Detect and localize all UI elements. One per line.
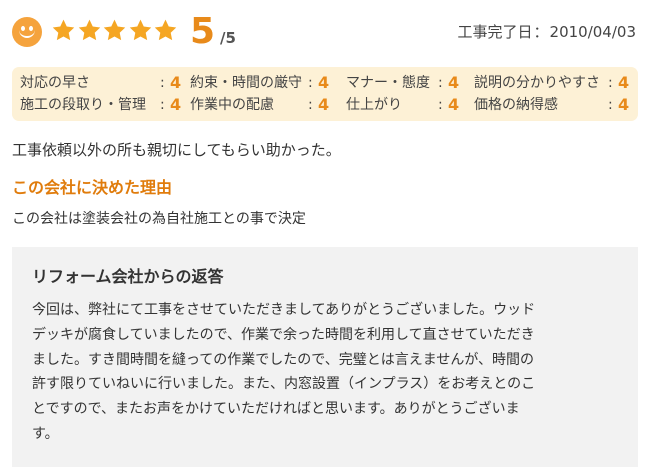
criterion-value: 4 bbox=[618, 95, 630, 114]
smiley-face-icon bbox=[12, 17, 42, 47]
criterion-label: 説明の分かりやすさ bbox=[474, 75, 600, 91]
reply-line: 今回は、弊社にて工事をさせていただきましてありがとうございました。ウッド bbox=[32, 302, 536, 318]
review-comment: 工事依頼以外の所も親切にしてもらい助かった。 bbox=[12, 141, 341, 159]
criterion-label: 作業中の配慮 bbox=[190, 97, 274, 113]
criterion-value: 4 bbox=[618, 73, 630, 92]
reason-heading: この会社に決めた理由 bbox=[12, 178, 173, 197]
star-icon bbox=[153, 18, 178, 43]
criteria-ratings: 対応の早さ : 4 約束・時間の厳守 : 4 マナー・態度 : 4 説明の分かり… bbox=[12, 67, 638, 121]
completion-date: 工事完了日：2010/04/03 bbox=[458, 22, 637, 42]
completion-date-separator: ： bbox=[533, 23, 549, 41]
star-icon bbox=[102, 18, 127, 43]
reply-line: デッキが腐食していましたので、作業で余った時間を利用して直させていただき bbox=[32, 326, 535, 343]
criterion-item: 約束・時間の厳守 : 4 bbox=[190, 73, 330, 92]
reply-line: とですので、またお声をかけていただければと思います。ありがとうございま bbox=[32, 401, 520, 418]
criterion-value: 4 bbox=[448, 73, 460, 92]
criterion-value: 4 bbox=[170, 95, 182, 114]
criterion-item: 仕上がり : 4 bbox=[346, 95, 460, 114]
criterion-item: マナー・態度 : 4 bbox=[346, 73, 460, 92]
criterion-value: 4 bbox=[448, 95, 460, 114]
completion-date-value: 2010/04/03 bbox=[549, 23, 636, 41]
criterion-item: 価格の納得感 : 4 bbox=[474, 95, 630, 114]
criterion-value: 4 bbox=[318, 73, 330, 92]
reply-line: ました。すき間時間を縫っての作業でしたので、完璧とは言えませんが、時間の bbox=[32, 351, 535, 368]
criterion-value: 4 bbox=[170, 73, 182, 92]
rating-score: 5 bbox=[190, 11, 216, 52]
star-rating bbox=[51, 18, 179, 46]
criterion-item: 対応の早さ : 4 bbox=[20, 73, 182, 92]
reason-text: この会社は塗装会社の為自社施工との事で決定 bbox=[12, 211, 306, 227]
criterion-item: 説明の分かりやすさ : 4 bbox=[474, 73, 630, 92]
criterion-label: 対応の早さ bbox=[20, 75, 90, 91]
criterion-item: 施工の段取り・管理 : 4 bbox=[20, 95, 182, 114]
criterion-label: 施工の段取り・管理 bbox=[20, 97, 146, 113]
star-icon bbox=[128, 18, 153, 43]
criterion-label: マナー・態度 bbox=[346, 75, 430, 91]
star-icon bbox=[77, 18, 102, 43]
criterion-label: 約束・時間の厳守 bbox=[190, 75, 302, 91]
reply-line: す。 bbox=[32, 425, 59, 442]
reply-heading: リフォーム会社からの返答 bbox=[32, 267, 224, 286]
completion-date-label: 工事完了日 bbox=[457, 23, 533, 41]
review-card: 5 /5 工事完了日：2010/04/03 対応の早さ : 4 約束・時間の厳守… bbox=[0, 0, 652, 474]
company-reply: リフォーム会社からの返答 今回は、弊社にて工事をさせていただきましてありがとうご… bbox=[12, 247, 638, 467]
criterion-label: 価格の納得感 bbox=[474, 97, 558, 113]
star-icon bbox=[51, 18, 76, 43]
criterion-label: 仕上がり bbox=[346, 97, 402, 113]
review-header: 5 /5 工事完了日：2010/04/03 bbox=[0, 0, 652, 64]
criterion-item: 作業中の配慮 : 4 bbox=[190, 95, 330, 114]
rating-denominator: /5 bbox=[220, 29, 236, 47]
criterion-value: 4 bbox=[318, 95, 330, 114]
reply-line: 許す限りていねいに行いました。また、内窓設置（インプラス）をお考えとのこ bbox=[32, 376, 536, 393]
reply-body: 今回は、弊社にて工事をさせていただきましてありがとうございました。ウッド デッキ… bbox=[32, 298, 622, 447]
